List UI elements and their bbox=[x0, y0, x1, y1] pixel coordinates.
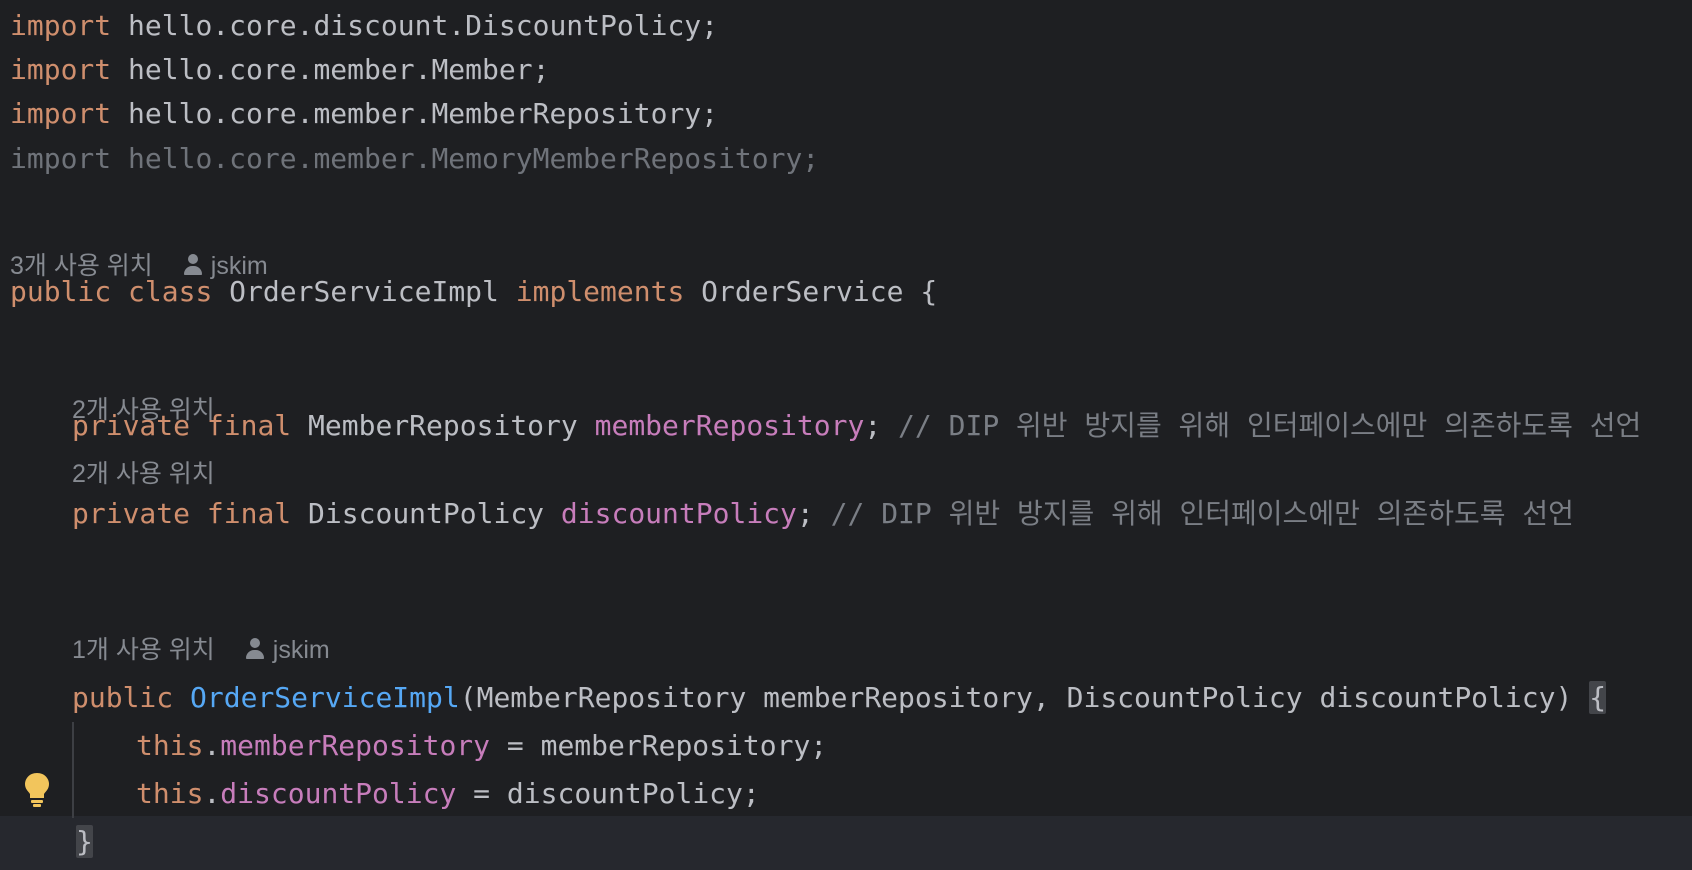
field-name: memberRepository bbox=[220, 729, 491, 762]
person-icon bbox=[245, 637, 265, 660]
keyword: this bbox=[136, 729, 204, 762]
usage-count[interactable]: 2개 사용 위치 bbox=[72, 460, 215, 488]
semicolon: ; bbox=[796, 497, 814, 530]
keyword: this bbox=[136, 777, 204, 810]
code-line-close-brace[interactable]: } bbox=[0, 818, 1692, 866]
code-line-field-discount-policy[interactable]: private final DiscountPolicy discountPol… bbox=[0, 490, 1692, 538]
class-name: OrderServiceImpl bbox=[212, 275, 516, 308]
dot: . bbox=[203, 729, 221, 762]
keyword: import bbox=[10, 97, 112, 130]
code-line-import-3[interactable]: import hello.core.member.MemberRepositor… bbox=[0, 90, 1692, 138]
matched-open-brace: { bbox=[1589, 681, 1607, 714]
assignment: = discountPolicy; bbox=[456, 777, 760, 810]
author-hint[interactable]: jskim bbox=[245, 636, 330, 664]
code-line-assign-discount-policy[interactable]: this.discountPolicy = discountPolicy; bbox=[0, 770, 1692, 818]
code-line-class-decl[interactable]: public class OrderServiceImpl implements… bbox=[0, 268, 1692, 316]
field-name: discountPolicy bbox=[560, 497, 797, 530]
type-name: MemberRepository bbox=[291, 409, 595, 442]
keyword: implements bbox=[515, 275, 685, 308]
keyword: import bbox=[10, 142, 112, 175]
field-name: memberRepository bbox=[594, 409, 865, 442]
assignment: = memberRepository; bbox=[490, 729, 828, 762]
author-name: jskim bbox=[272, 636, 330, 664]
import-path: hello.core.member.MemberRepository; bbox=[111, 97, 719, 130]
constructor-params: (MemberRepository memberRepository, Disc… bbox=[459, 681, 1590, 714]
field-name: discountPolicy bbox=[220, 777, 457, 810]
keyword: public bbox=[72, 681, 174, 714]
type-name: DiscountPolicy bbox=[291, 497, 561, 530]
keyword: final bbox=[206, 497, 292, 530]
dot: . bbox=[203, 777, 221, 810]
code-line-constructor[interactable]: public OrderServiceImpl(MemberRepository… bbox=[0, 674, 1692, 722]
lightbulb-icon[interactable] bbox=[22, 770, 52, 810]
comment: // DIP 위반 방지를 위해 인터페이스에만 의존하도록 선언 bbox=[813, 497, 1574, 530]
import-path: hello.core.member.MemoryMemberRepository… bbox=[111, 142, 820, 175]
keyword: public bbox=[10, 275, 112, 308]
keyword: import bbox=[10, 9, 112, 42]
keyword: class bbox=[128, 275, 213, 308]
keyword: private bbox=[72, 409, 191, 442]
constructor-usage-hint[interactable]: 1개 사용 위치 jskim bbox=[72, 626, 330, 674]
matched-close-brace: } bbox=[76, 825, 93, 858]
keyword: private bbox=[72, 497, 191, 530]
keyword: import bbox=[10, 53, 112, 86]
interface-name: OrderService { bbox=[684, 275, 938, 308]
code-line-import-2[interactable]: import hello.core.member.Member; bbox=[0, 46, 1692, 94]
code-line-assign-member-repository[interactable]: this.memberRepository = memberRepository… bbox=[0, 722, 1692, 770]
constructor-name: OrderServiceImpl bbox=[190, 681, 460, 714]
code-line-import-unused[interactable]: import hello.core.member.MemoryMemberRep… bbox=[0, 135, 1692, 183]
usage-count[interactable]: 1개 사용 위치 bbox=[72, 636, 215, 664]
comment: // DIP 위반 방지를 위해 인터페이스에만 의존하도록 선언 bbox=[881, 409, 1642, 442]
code-line-field-member-repository[interactable]: private final MemberRepository memberRep… bbox=[0, 402, 1692, 450]
import-path: hello.core.discount.DiscountPolicy; bbox=[111, 9, 719, 42]
code-editor[interactable]: import hello.core.discount.DiscountPolic… bbox=[0, 0, 1692, 870]
keyword: final bbox=[206, 409, 292, 442]
semicolon: ; bbox=[864, 409, 882, 442]
code-line-import-1[interactable]: import hello.core.discount.DiscountPolic… bbox=[0, 2, 1692, 50]
import-path: hello.core.member.Member; bbox=[111, 53, 550, 86]
